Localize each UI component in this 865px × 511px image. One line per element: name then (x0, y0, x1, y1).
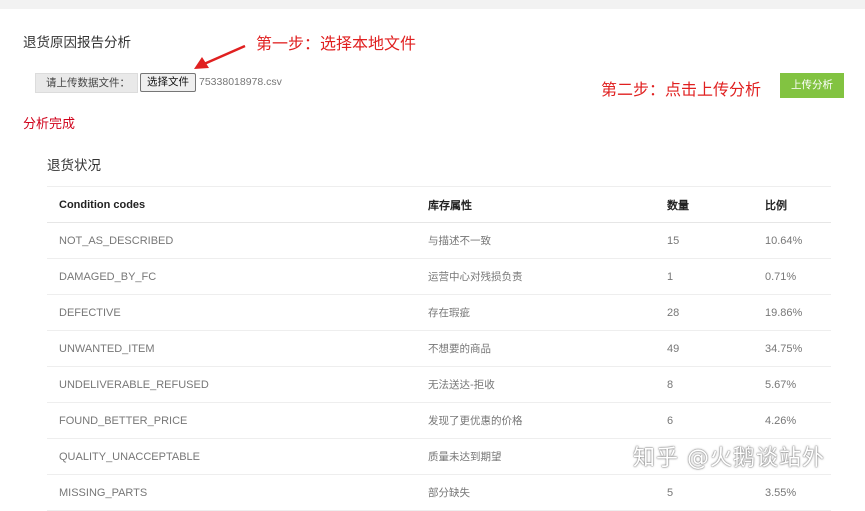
cell-condition-code: MISSING_PARTS (47, 474, 416, 511)
cell-quantity: 28 (655, 294, 753, 331)
status-message: 分析完成 (23, 117, 76, 132)
header-quantity: 数量 (655, 186, 753, 223)
cell-ratio: 19.86% (753, 294, 831, 331)
annotation-arrow-icon (194, 44, 246, 69)
header-condition-codes: Condition codes (47, 186, 416, 223)
table-row: DEFECTIVE 存在瑕疵 28 19.86% (47, 294, 831, 331)
step1-annotation: 第一步：选择本地文件 (256, 34, 417, 53)
cell-ratio: 34.75% (753, 330, 831, 367)
header-ratio: 比例 (753, 186, 831, 223)
table-header-row: Condition codes 库存属性 数量 比例 (47, 186, 831, 223)
cell-ratio: 10.64% (753, 222, 831, 259)
cell-condition-code: QUALITY_UNACCEPTABLE (47, 438, 416, 475)
cell-quantity: 8 (655, 366, 753, 403)
cell-condition-code: DAMAGED_BY_FC (47, 258, 416, 295)
step2-annotation: 第二步：点击上传分析 (601, 80, 762, 99)
selected-file-name: 75338018978.csv (199, 76, 282, 88)
choose-file-button[interactable]: 选择文件 (140, 73, 196, 92)
table-row: UNWANTED_ITEM 不想要的商品 49 34.75% (47, 330, 831, 367)
table-row: NOT_AS_DESCRIBED 与描述不一致 15 10.64% (47, 222, 831, 259)
cell-quantity: 15 (655, 222, 753, 259)
cell-ratio: 0.71% (753, 258, 831, 295)
cell-inventory-attribute: 运营中心对残损负责 (416, 258, 655, 295)
cell-inventory-attribute: 质量未达到期望 (416, 438, 655, 475)
cell-ratio: 5.67% (753, 366, 831, 403)
cell-ratio: 3.55% (753, 474, 831, 511)
cell-quantity: 6 (655, 402, 753, 439)
cell-quantity: 1 (655, 258, 753, 295)
cell-quantity: 49 (655, 330, 753, 367)
table-row: DAMAGED_BY_FC 运营中心对残损负责 1 0.71% (47, 258, 831, 295)
cell-ratio: 4.26% (753, 402, 831, 439)
cell-condition-code: DEFECTIVE (47, 294, 416, 331)
top-bar (0, 0, 865, 9)
cell-quantity: 5 (655, 474, 753, 511)
page-title: 退货原因报告分析 (23, 35, 131, 51)
cell-inventory-attribute: 部分缺失 (416, 474, 655, 511)
cell-condition-code: FOUND_BETTER_PRICE (47, 402, 416, 439)
header-inventory-attribute: 库存属性 (416, 186, 655, 223)
cell-inventory-attribute: 无法送达-拒收 (416, 366, 655, 403)
table-row: MISSING_PARTS 部分缺失 5 3.55% (47, 474, 831, 511)
cell-condition-code: NOT_AS_DESCRIBED (47, 222, 416, 259)
cell-inventory-attribute: 发现了更优惠的价格 (416, 402, 655, 439)
cell-condition-code: UNWANTED_ITEM (47, 330, 416, 367)
upload-analyze-button[interactable]: 上传分析 (780, 73, 844, 98)
cell-inventory-attribute: 存在瑕疵 (416, 294, 655, 331)
section-title: 退货状况 (47, 158, 101, 174)
table-row: FOUND_BETTER_PRICE 发现了更优惠的价格 6 4.26% (47, 402, 831, 439)
table-row: UNDELIVERABLE_REFUSED 无法送达-拒收 8 5.67% (47, 366, 831, 403)
cell-inventory-attribute: 与描述不一致 (416, 222, 655, 259)
upload-label: 请上传数据文件： (35, 73, 138, 93)
watermark: 知乎 @火鹅谈站外 (633, 446, 825, 471)
cell-condition-code: UNDELIVERABLE_REFUSED (47, 366, 416, 403)
cell-inventory-attribute: 不想要的商品 (416, 330, 655, 367)
